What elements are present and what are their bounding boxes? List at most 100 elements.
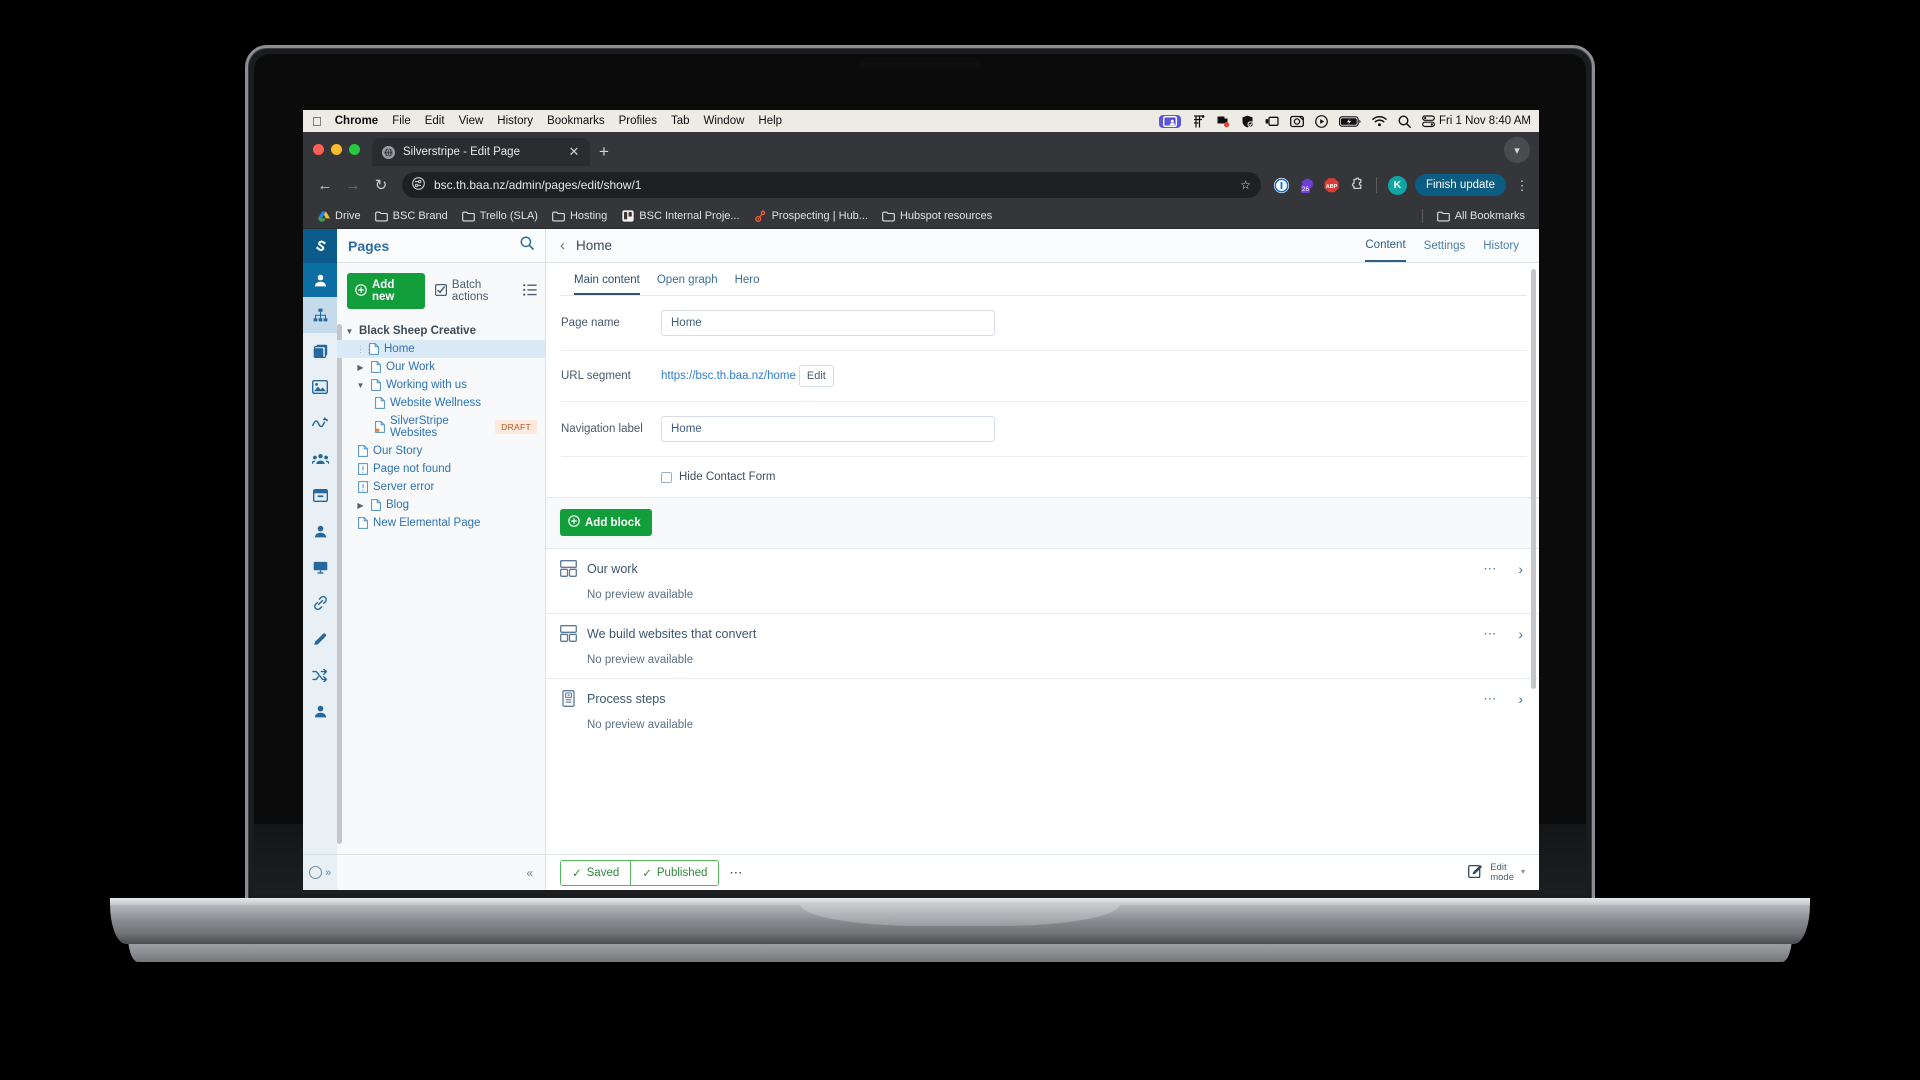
kebab-menu-icon[interactable]: ⋮	[1514, 179, 1530, 192]
menu-profiles[interactable]: Profiles	[619, 115, 657, 127]
caret-expanded-icon[interactable]: ▼	[345, 327, 354, 336]
sidebar-item-redirects[interactable]	[303, 657, 337, 693]
apple-logo-icon[interactable]: 	[312, 115, 322, 128]
screen-share-icon[interactable]	[1158, 114, 1181, 128]
reload-icon[interactable]: ↻	[368, 172, 394, 198]
arrow-right-icon[interactable]: →	[340, 172, 366, 198]
chevron-right-icon[interactable]: ›	[1518, 626, 1523, 642]
finish-update-button[interactable]: Finish update	[1414, 174, 1506, 196]
grammarly-icon[interactable]: 26	[1298, 177, 1315, 194]
published-status[interactable]: ✓ Published	[630, 860, 719, 885]
chevron-double-right-icon[interactable]: »	[325, 867, 331, 879]
address-bar[interactable]: bsc.th.baa.nz/admin/pages/edit/show/1 ☆	[402, 172, 1261, 198]
battery-charging-icon[interactable]	[1338, 115, 1361, 127]
help-circle-icon[interactable]	[308, 866, 322, 879]
edit-mode-control[interactable]: Edit mode ▾	[1468, 862, 1525, 883]
edit-url-button[interactable]: Edit	[798, 365, 834, 387]
list-view-icon[interactable]	[523, 283, 537, 299]
tree-node-server-error[interactable]: Server error	[337, 478, 545, 496]
tab-settings[interactable]: Settings	[1424, 229, 1466, 262]
sidebar-item-files[interactable]	[303, 333, 337, 369]
sidebar-item-groups[interactable]	[303, 441, 337, 477]
add-block-button[interactable]: Add block	[560, 509, 652, 536]
sidebar-item-media[interactable]	[303, 369, 337, 405]
all-bookmarks-button[interactable]: All Bookmarks	[1431, 207, 1531, 226]
sidebar-item-edit[interactable]	[303, 621, 337, 657]
chevron-left-icon[interactable]: ‹	[560, 237, 565, 254]
stage-manager-icon[interactable]	[1265, 116, 1279, 127]
close-window-button[interactable]	[313, 143, 324, 155]
sidebar-item-profile[interactable]	[303, 693, 337, 729]
menu-view[interactable]: View	[459, 115, 484, 127]
menubar-clock[interactable]: Fri 1 Nov 8:40 AM	[1439, 115, 1531, 127]
spotlight-search-icon[interactable]	[1398, 114, 1411, 128]
tab-open-graph[interactable]: Open graph	[657, 274, 718, 295]
tree-node-new-elemental-page[interactable]: New Elemental Page	[337, 514, 545, 532]
menu-chrome[interactable]: Chrome	[335, 115, 378, 127]
chevron-right-icon[interactable]: ›	[1518, 691, 1523, 707]
caret-collapsed-icon[interactable]: ▶	[356, 501, 365, 510]
figma-icon[interactable]	[1192, 114, 1205, 128]
ellipsis-icon[interactable]: ⋯	[1483, 691, 1497, 707]
menu-edit[interactable]: Edit	[425, 115, 445, 127]
bookmark-bsc-internal-projects[interactable]: BSC Internal Proje...	[615, 207, 745, 226]
sidebar-item-display[interactable]	[303, 549, 337, 585]
plus-icon[interactable]: +	[590, 138, 618, 166]
menu-tab[interactable]: Tab	[671, 115, 690, 127]
tab-hero[interactable]: Hero	[735, 274, 760, 295]
star-icon[interactable]: ☆	[1240, 178, 1251, 192]
ellipsis-icon[interactable]: ⋯	[729, 865, 744, 881]
bookmark-prospecting-hubspot[interactable]: Prospecting | Hub...	[748, 207, 874, 226]
control-center-play-icon[interactable]	[1315, 114, 1328, 128]
tree-root-node[interactable]: ▼ Black Sheep Creative	[337, 322, 545, 340]
shield-check-icon[interactable]	[1241, 115, 1254, 128]
tab-main-content[interactable]: Main content	[574, 274, 640, 295]
sidebar-item-links[interactable]	[303, 585, 337, 621]
add-new-button[interactable]: Add new	[347, 273, 425, 309]
screenshot-icon[interactable]	[1290, 115, 1304, 128]
ellipsis-icon[interactable]: ⋯	[1483, 626, 1497, 642]
adblock-plus-icon[interactable]: ABP	[1323, 177, 1340, 194]
editor-scrollbar[interactable]	[1531, 269, 1536, 689]
sidebar-item-reports[interactable]	[303, 405, 337, 441]
tree-node-our-work[interactable]: ▶ Our Work	[337, 358, 545, 376]
control-center-toggles-icon[interactable]	[1422, 114, 1435, 128]
navigation-label-input[interactable]: Home	[661, 416, 995, 442]
bookmark-hubspot-resources[interactable]: Hubspot resources	[876, 207, 998, 226]
bookmark-hosting[interactable]: Hosting	[546, 207, 613, 226]
user-icon[interactable]	[303, 263, 337, 297]
bookmark-drive[interactable]: Drive	[311, 207, 367, 226]
tab-content[interactable]: Content	[1365, 229, 1406, 262]
block-row-we-build-websites[interactable]: We build websites that convert ⋯ › No pr…	[546, 613, 1539, 678]
caret-down-icon[interactable]: ▾	[1521, 867, 1525, 876]
caret-expanded-icon[interactable]: ▼	[356, 381, 365, 390]
url-segment-value[interactable]: https://bsc.th.baa.nz/home	[661, 370, 796, 382]
wifi-icon[interactable]	[1372, 115, 1387, 127]
hide-contact-form-checkbox[interactable]	[661, 471, 672, 483]
arrow-left-icon[interactable]: ←	[312, 172, 338, 198]
close-icon[interactable]: ✕	[566, 144, 582, 160]
browser-tab[interactable]: Silverstripe - Edit Page ✕	[372, 138, 590, 166]
menu-bookmarks[interactable]: Bookmarks	[547, 115, 605, 127]
bookmark-trello-sla[interactable]: Trello (SLA)	[456, 207, 544, 226]
maximize-window-button[interactable]	[349, 143, 360, 155]
tree-node-blog[interactable]: ▶ Blog	[337, 496, 545, 514]
caret-collapsed-icon[interactable]: ▶	[356, 363, 365, 372]
tree-node-home[interactable]: ⋮⋮ Home	[337, 340, 545, 358]
page-name-input[interactable]: Home	[661, 310, 995, 336]
chevron-double-left-icon[interactable]: «	[526, 866, 533, 880]
tree-node-page-not-found[interactable]: Page not found	[337, 460, 545, 478]
silverstripe-logo-icon[interactable]	[303, 229, 337, 263]
extensions-puzzle-icon[interactable]	[1348, 177, 1365, 194]
menu-help[interactable]: Help	[758, 115, 782, 127]
tree-node-working-with-us[interactable]: ▼ Working with us	[337, 376, 545, 394]
block-row-process-steps[interactable]: Process steps ⋯ › No preview available	[546, 678, 1539, 743]
site-settings-icon[interactable]	[412, 177, 425, 193]
ellipsis-icon[interactable]: ⋯	[1483, 561, 1497, 577]
chevron-right-icon[interactable]: ›	[1518, 561, 1523, 577]
saved-status[interactable]: ✓ Saved	[561, 860, 631, 885]
sidebar-item-archive[interactable]	[303, 477, 337, 513]
microsoft-teams-icon[interactable]	[1216, 115, 1230, 128]
tab-history[interactable]: History	[1483, 229, 1519, 262]
bookmark-bsc-brand[interactable]: BSC Brand	[369, 207, 454, 226]
